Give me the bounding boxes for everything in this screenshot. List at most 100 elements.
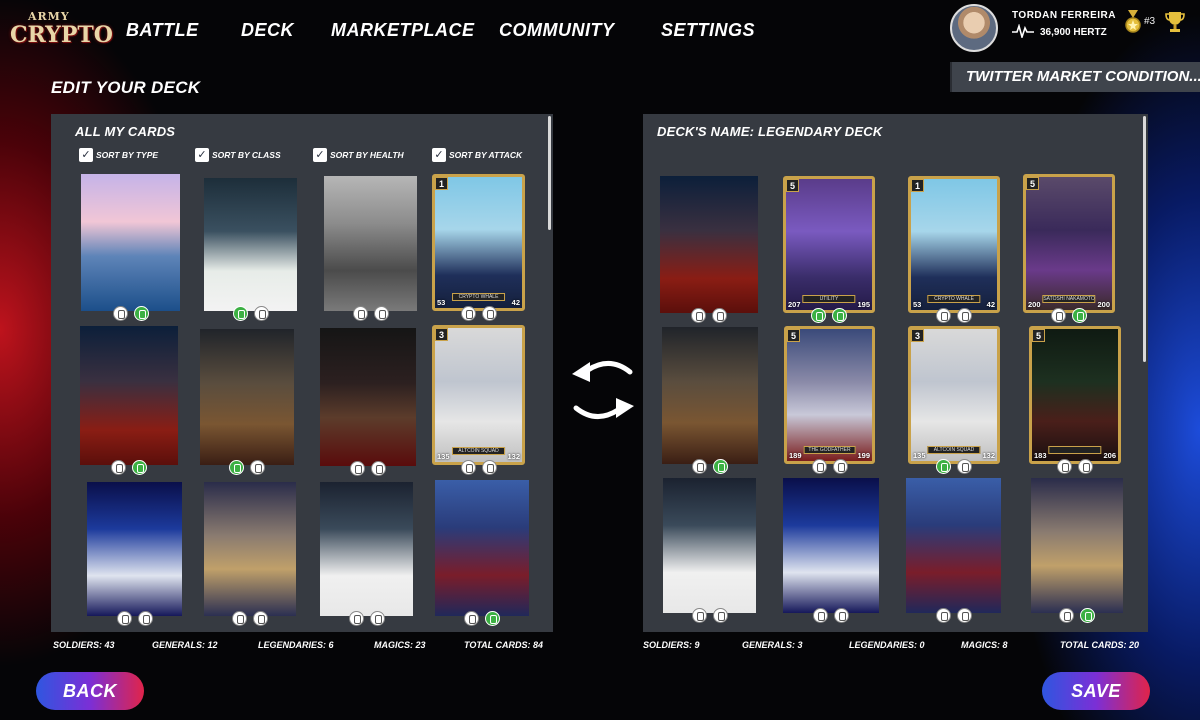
card-art [87, 482, 182, 616]
card-icons [783, 308, 875, 323]
level-badge: 5 [787, 329, 800, 342]
back-button[interactable]: BACK [36, 672, 144, 710]
save-button[interactable]: SAVE [1042, 672, 1150, 710]
deck-card-scientist[interactable] [663, 478, 756, 623]
shield-icon [1059, 608, 1074, 623]
coin-icon [132, 460, 147, 475]
medal-icon [1125, 10, 1141, 33]
avatar[interactable] [950, 4, 998, 52]
card-icons [204, 306, 297, 321]
army-crypto-logo[interactable]: ARMY CRYPTO [10, 10, 113, 54]
card-icons [432, 306, 525, 321]
scrollbar[interactable] [548, 116, 551, 230]
sort-label: SORT BY CLASS [212, 150, 281, 160]
deck-card-altcoin-squad[interactable]: 3 ALTCOIN SQUAD 135 132 [908, 326, 1000, 474]
card-warrior-green-saber[interactable] [200, 329, 294, 475]
deck-panel[interactable]: DECK'S NAME: LEGENDARY DECK 5 UTILITY 20… [643, 114, 1148, 632]
card-art [906, 478, 1001, 613]
sort-by-health-option[interactable]: ✓ SORT BY HEALTH [313, 148, 404, 162]
level-badge: 3 [435, 328, 448, 341]
coin-icon [957, 308, 972, 323]
deck-card-sorceress[interactable] [660, 176, 758, 323]
market-ticker[interactable]: TWITTER MARKET CONDITION... [950, 62, 1200, 92]
card-crypto-whale[interactable]: 1 CRYPTO WHALE 53 42 [432, 174, 525, 321]
deck-card-warrior-green-saber[interactable] [662, 327, 758, 474]
coin-icon [133, 306, 149, 321]
card-scientist[interactable] [204, 178, 297, 321]
swap-arrows-icon[interactable] [568, 352, 638, 426]
shield-icon [691, 308, 706, 323]
deck-card-crypto-whale[interactable]: 1 CRYPTO WHALE 53 42 [908, 176, 1000, 323]
card-icons [324, 306, 417, 321]
coin-icon [373, 306, 389, 321]
sort-by-type-option[interactable]: ✓ SORT BY TYPE [79, 148, 158, 162]
coin-icon [369, 611, 385, 626]
card-icons [663, 608, 756, 623]
card-art [662, 327, 758, 464]
card-bear-red-saber[interactable] [320, 328, 416, 476]
card-icons [908, 459, 1000, 474]
magics-count: MAGICS: 8 [961, 640, 1008, 650]
card-scientist-2[interactable] [320, 482, 413, 626]
card-art [80, 326, 178, 465]
coin-icon [1072, 308, 1087, 323]
card-icons [435, 611, 529, 626]
deck-card-utility[interactable]: 5 UTILITY 207 195 [783, 176, 875, 323]
shield-icon [253, 306, 269, 321]
card-concert-singer[interactable] [435, 480, 529, 626]
card-art [783, 176, 875, 313]
deck-card-wrestler[interactable] [1031, 478, 1123, 623]
card-art [324, 176, 417, 311]
nav-settings[interactable]: SETTINGS [661, 20, 755, 41]
coin-icon [957, 459, 972, 474]
card-boardwalk[interactable] [324, 176, 417, 321]
card-icons [660, 308, 758, 323]
deck-card-satoshi[interactable]: 5 SATOSHI NAKAMOTO 200 200 [1023, 174, 1115, 323]
nav-community[interactable]: COMMUNITY [499, 20, 615, 41]
sort-by-attack-option[interactable]: ✓ SORT BY ATTACK [432, 148, 522, 162]
level-badge: 1 [911, 179, 924, 192]
card-art [204, 482, 296, 616]
deck-card-meditator[interactable]: 5 183 206 [1029, 326, 1121, 474]
nav-battle[interactable]: BATTLE [126, 20, 199, 41]
sort-by-class-option[interactable]: ✓ SORT BY CLASS [195, 148, 281, 162]
card-icons [80, 460, 178, 475]
coin-icon [1078, 459, 1093, 474]
nav-deck[interactable]: DECK [241, 20, 294, 41]
card-shark-rider[interactable] [81, 174, 180, 321]
checkbox-checked-icon[interactable]: ✓ [195, 148, 209, 162]
checkbox-checked-icon[interactable]: ✓ [432, 148, 446, 162]
card-engineer-cube[interactable] [87, 482, 182, 626]
card-art [1029, 326, 1121, 464]
shield-icon [460, 306, 476, 321]
card-icons [908, 308, 1000, 323]
card-altcoin-squad[interactable]: 3 ALTCOIN SQUAD 135 132 [432, 325, 525, 475]
card-art [81, 174, 180, 311]
checkbox-checked-icon[interactable]: ✓ [313, 148, 327, 162]
shield-icon [350, 461, 365, 476]
nav-marketplace[interactable]: MARKETPLACE [331, 20, 475, 41]
card-art [660, 176, 758, 313]
card-art [1023, 174, 1115, 313]
all-cards-panel[interactable]: ALL MY CARDS ✓ SORT BY TYPE ✓ SORT BY CL… [51, 114, 553, 632]
level-badge: 5 [1026, 177, 1039, 190]
card-name: ALTCOIN SQUAD [927, 446, 981, 454]
card-wrestler[interactable] [204, 482, 296, 626]
scrollbar[interactable] [1143, 116, 1146, 362]
total-cards-count: TOTAL CARDS: 84 [464, 640, 544, 650]
shield-icon [936, 308, 951, 323]
coin-icon [712, 308, 727, 323]
card-icons [662, 459, 758, 474]
deck-card-concert-singer[interactable] [906, 478, 1001, 623]
trophy-icon[interactable] [1165, 10, 1185, 34]
page-title: EDIT YOUR DECK [51, 78, 201, 97]
checkbox-checked-icon[interactable]: ✓ [79, 148, 93, 162]
deck-card-the-godfather[interactable]: 5 THE GODFATHER 189 199 [784, 326, 875, 474]
deck-card-engineer-cube[interactable] [783, 478, 879, 623]
deck-name: DECK'S NAME: LEGENDARY DECK [657, 124, 883, 139]
shield-icon [111, 460, 126, 475]
card-icons [204, 611, 296, 626]
shield-icon [116, 611, 132, 626]
card-sorceress[interactable] [80, 326, 178, 475]
coin-icon [713, 459, 728, 474]
